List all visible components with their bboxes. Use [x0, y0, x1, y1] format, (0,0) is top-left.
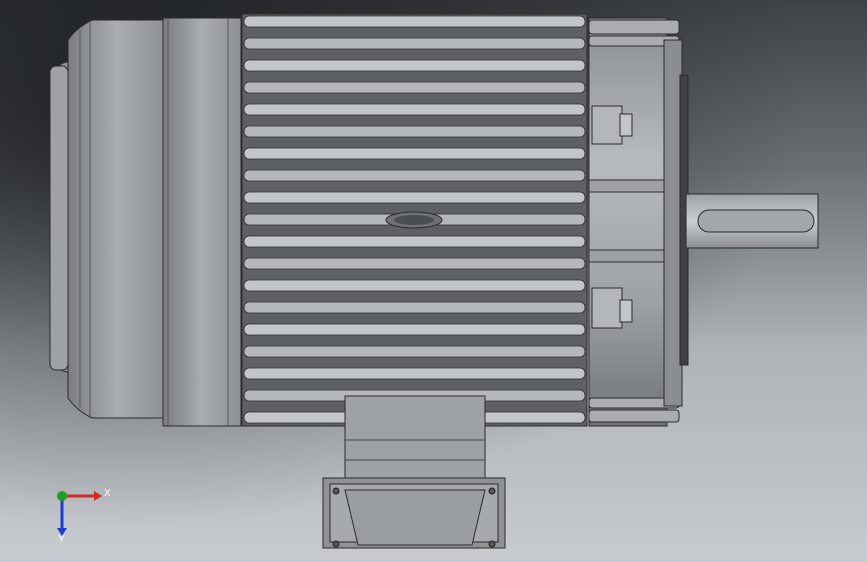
- cooling-fin: [243, 301, 586, 314]
- cooling-fin: [243, 323, 586, 336]
- output-shaft[interactable]: [685, 193, 819, 249]
- cooling-fin: [243, 169, 586, 182]
- cooling-fin: [243, 15, 586, 28]
- cooling-fin: [243, 81, 586, 94]
- cooling-fin: [243, 37, 586, 50]
- cooling-fin: [243, 279, 586, 292]
- cooling-fin: [243, 257, 586, 270]
- fan-cover[interactable]: [49, 17, 242, 427]
- cooling-fin: [243, 59, 586, 72]
- y-axis-label: Y: [58, 534, 65, 544]
- cooling-fin: [243, 367, 586, 380]
- cooling-fin: [243, 147, 586, 160]
- graphics-viewport[interactable]: X Y: [0, 0, 867, 562]
- drive-end-shield[interactable]: [588, 17, 689, 427]
- cooling-fin: [243, 191, 586, 204]
- axis-triad: X Y: [57, 488, 111, 544]
- cooling-fin: [243, 125, 586, 138]
- cooling-fin: [243, 103, 586, 116]
- cooling-fin: [243, 345, 586, 358]
- lifting-eye[interactable]: [385, 211, 443, 229]
- cooling-fin: [243, 235, 586, 248]
- motor-model[interactable]: [0, 0, 867, 562]
- y-axis-dot: [57, 491, 67, 501]
- mounting-foot[interactable]: [322, 395, 506, 549]
- x-axis-label: X: [104, 488, 111, 499]
